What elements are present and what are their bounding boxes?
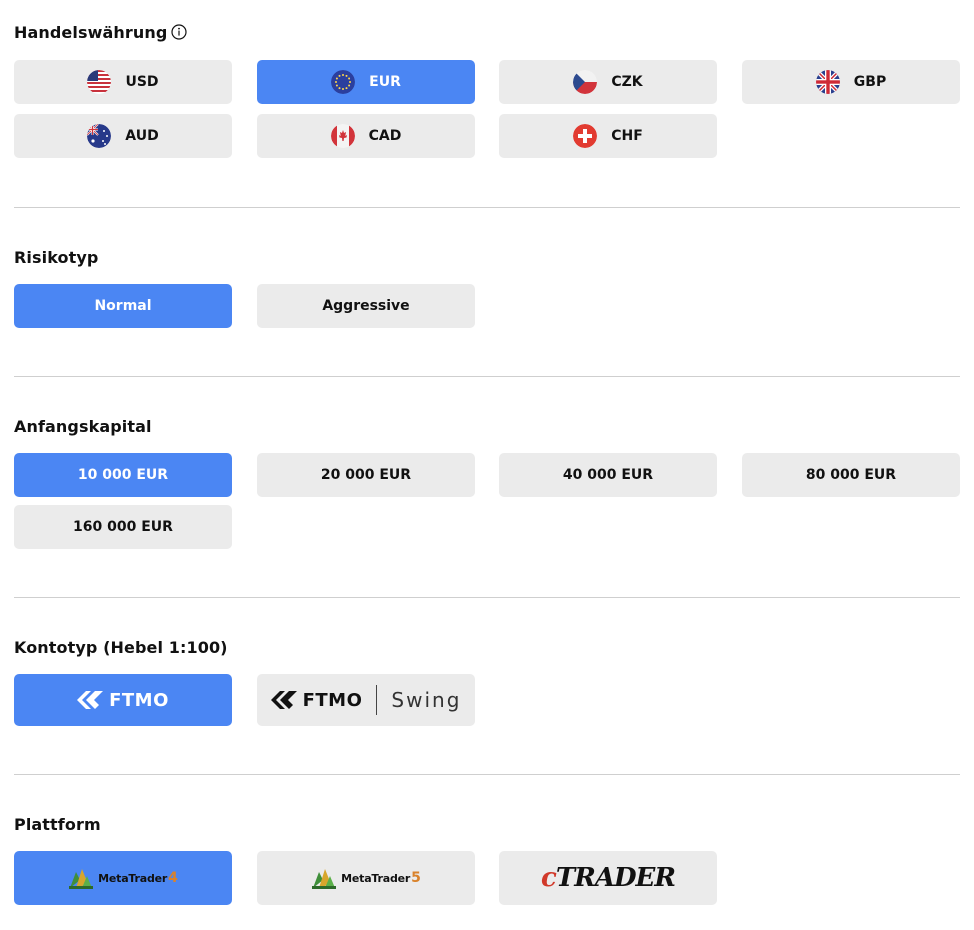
currency-chf-label: CHF <box>611 128 643 144</box>
risk-normal-label: Normal <box>94 298 152 314</box>
currency-title: Handelswährung <box>14 23 168 42</box>
metatrader-logo-icon <box>312 869 337 889</box>
capital-160000-label: 160 000 EUR <box>73 519 173 535</box>
platform-title: Plattform <box>14 815 101 834</box>
ftmo-logo-text: FTMO <box>302 689 363 711</box>
account-title: Kontotyp (Hebel 1:100) <box>14 638 228 657</box>
risk-title: Risikotyp <box>14 248 99 267</box>
logo-separator <box>376 685 378 715</box>
ftmo-logo-icon <box>270 691 297 709</box>
capital-40000-button[interactable]: 40 000 EUR <box>499 453 717 497</box>
capital-40000-label: 40 000 EUR <box>562 467 654 483</box>
mt4-name: MetaTrader <box>98 871 168 885</box>
ftmo-logo-text: FTMO <box>109 689 169 711</box>
ca-flag-icon <box>330 124 355 148</box>
currency-section-title: Handelswährung <box>14 23 187 42</box>
swing-label: Swing <box>391 688 462 712</box>
ch-flag-icon <box>573 124 598 148</box>
eu-flag-icon <box>331 70 356 94</box>
capital-10000-button[interactable]: 10 000 EUR <box>14 453 232 497</box>
currency-aud-button[interactable]: AUD <box>14 114 232 158</box>
metatrader-logo-icon <box>69 869 94 889</box>
mt4-number: 4 <box>168 870 178 886</box>
cz-flag-icon <box>573 70 598 94</box>
mt5-name: MetaTrader <box>341 871 411 885</box>
section-divider <box>14 597 960 598</box>
currency-aud-label: AUD <box>125 128 159 144</box>
platform-mt5-button[interactable]: MetaTrader 5 <box>257 851 475 905</box>
info-icon[interactable] <box>171 24 187 40</box>
capital-20000-button[interactable]: 20 000 EUR <box>257 453 475 497</box>
capital-160000-button[interactable]: 160 000 EUR <box>14 505 232 549</box>
currency-cad-label: CAD <box>368 128 402 144</box>
ctrader-logo-c: c <box>541 863 557 893</box>
capital-20000-label: 20 000 EUR <box>320 467 412 483</box>
section-divider <box>14 207 960 208</box>
currency-eur-button[interactable]: EUR <box>257 60 475 104</box>
currency-chf-button[interactable]: CHF <box>499 114 717 158</box>
ftmo-logo-icon <box>77 691 104 709</box>
risk-aggressive-label: Aggressive <box>322 298 410 314</box>
currency-usd-button[interactable]: USD <box>14 60 232 104</box>
uk-flag-icon <box>815 70 840 94</box>
capital-title: Anfangskapital <box>14 417 152 436</box>
risk-aggressive-button[interactable]: Aggressive <box>257 284 475 328</box>
currency-czk-label: CZK <box>611 74 643 90</box>
account-ftmo-swing-button[interactable]: FTMO Swing <box>257 674 475 726</box>
platform-ctrader-button[interactable]: cTRADER <box>499 851 717 905</box>
section-divider <box>14 376 960 377</box>
us-flag-icon <box>87 70 112 94</box>
risk-normal-button[interactable]: Normal <box>14 284 232 328</box>
au-flag-icon <box>87 124 112 148</box>
capital-80000-label: 80 000 EUR <box>805 467 897 483</box>
currency-usd-label: USD <box>125 74 159 90</box>
currency-eur-label: EUR <box>369 74 401 90</box>
currency-gbp-button[interactable]: GBP <box>742 60 960 104</box>
currency-gbp-label: GBP <box>853 74 887 90</box>
section-divider <box>14 774 960 775</box>
capital-10000-label: 10 000 EUR <box>77 467 169 483</box>
currency-cad-button[interactable]: CAD <box>257 114 475 158</box>
ctrader-logo-rest: TRADER <box>555 863 676 893</box>
capital-80000-button[interactable]: 80 000 EUR <box>742 453 960 497</box>
ctrader-logo: cTRADER <box>541 863 676 893</box>
currency-czk-button[interactable]: CZK <box>499 60 717 104</box>
mt5-number: 5 <box>411 870 421 886</box>
account-ftmo-button[interactable]: FTMO <box>14 674 232 726</box>
platform-mt4-button[interactable]: MetaTrader 4 <box>14 851 232 905</box>
